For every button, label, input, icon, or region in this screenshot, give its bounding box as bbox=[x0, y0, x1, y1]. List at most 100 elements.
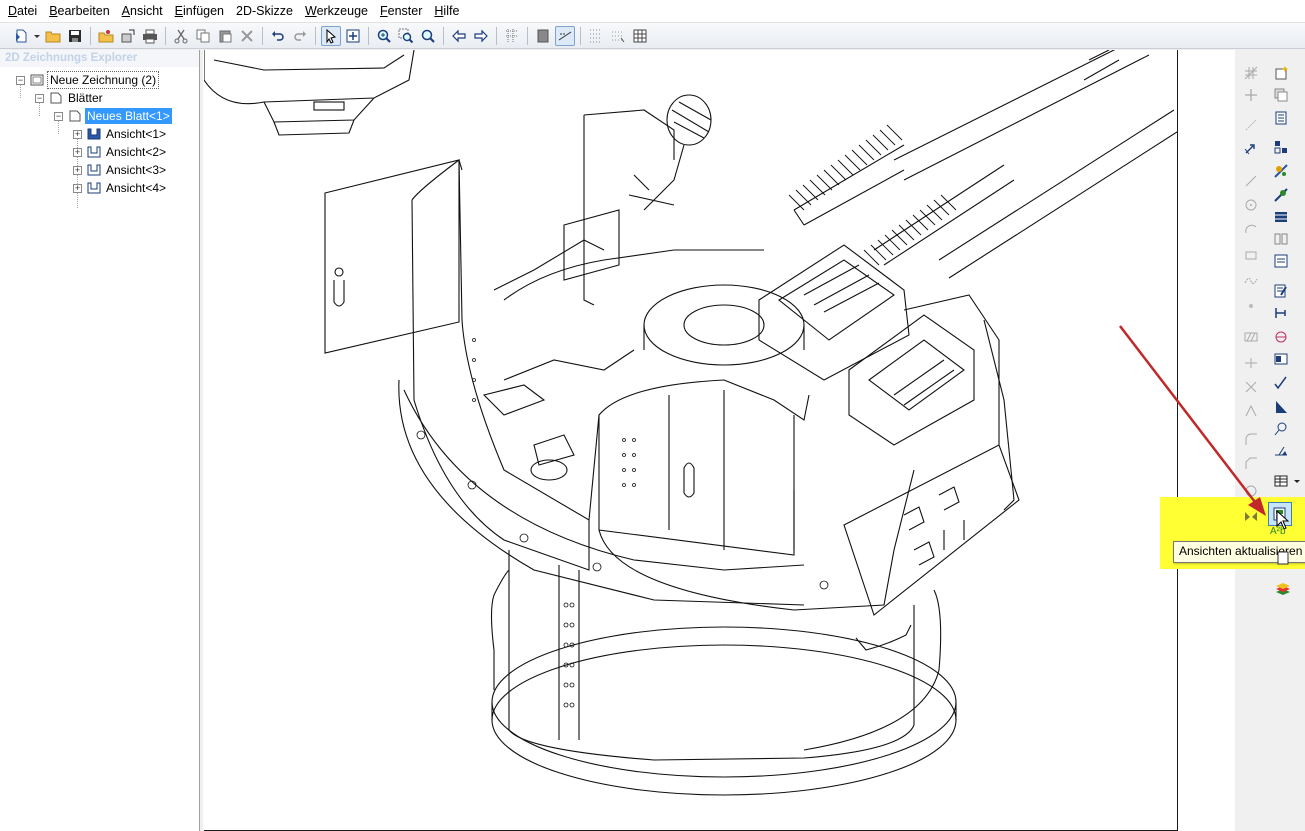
spline-icon[interactable] bbox=[1240, 270, 1262, 292]
toolbar-separator bbox=[580, 26, 581, 45]
delete-icon[interactable] bbox=[237, 26, 257, 46]
grid-snap-icon[interactable] bbox=[502, 26, 522, 46]
copy-icon[interactable] bbox=[193, 26, 213, 46]
datum-icon[interactable] bbox=[1270, 396, 1292, 418]
menu-einfuegen[interactable]: Einfügen bbox=[169, 0, 230, 22]
right-hinged-plate bbox=[843, 444, 1020, 616]
tree-item-view-4[interactable]: + Ansicht<4> bbox=[73, 179, 168, 197]
chamfer-icon[interactable] bbox=[1240, 452, 1262, 474]
section-view-icon[interactable] bbox=[1270, 206, 1292, 228]
new-sheet-icon[interactable] bbox=[1270, 62, 1292, 84]
menu-fenster[interactable]: Fenster bbox=[374, 0, 428, 22]
paste-icon[interactable] bbox=[215, 26, 235, 46]
menu-datei[interactable]: Datei bbox=[0, 0, 43, 22]
auxiliary-view-icon[interactable] bbox=[1270, 184, 1292, 206]
tree-item-sheets[interactable]: − Blätter bbox=[35, 89, 105, 107]
menu-ansicht[interactable]: Ansicht bbox=[116, 0, 169, 22]
table-icon[interactable] bbox=[1270, 348, 1292, 370]
weld-symbol-icon[interactable] bbox=[1270, 440, 1292, 462]
balloon-icon[interactable] bbox=[1270, 418, 1292, 440]
table-grid-icon[interactable] bbox=[630, 26, 650, 46]
tree-label-root: Neue Zeichnung (2) bbox=[47, 71, 160, 89]
broken-view-icon[interactable] bbox=[1270, 228, 1292, 250]
annotation-icon[interactable] bbox=[1270, 280, 1292, 302]
new-drawing-icon[interactable] bbox=[11, 26, 31, 46]
snap-points-icon[interactable] bbox=[608, 26, 628, 46]
surface-finish-icon[interactable] bbox=[1270, 372, 1292, 394]
arc-icon[interactable] bbox=[1240, 218, 1262, 240]
point-icon[interactable] bbox=[1240, 295, 1262, 317]
detail-view-icon[interactable] bbox=[1270, 250, 1292, 272]
layers-icon[interactable] bbox=[1272, 579, 1294, 601]
tree-item-view-3[interactable]: + Ansicht<3> bbox=[73, 161, 168, 179]
rectangle-icon[interactable] bbox=[1240, 244, 1262, 266]
expand-toggle-icon[interactable]: + bbox=[73, 165, 82, 175]
print-icon[interactable] bbox=[140, 26, 160, 46]
collapse-toggle-icon[interactable]: − bbox=[54, 111, 63, 121]
tree-item-sheet[interactable]: − Neues Blatt<1> bbox=[54, 107, 172, 125]
line-icon[interactable] bbox=[1240, 170, 1262, 192]
menu-bearbeiten[interactable]: Bearbeiten bbox=[43, 0, 115, 22]
open-folder-icon[interactable] bbox=[43, 26, 63, 46]
mirror-icon[interactable] bbox=[1240, 505, 1262, 527]
tree-label-view: Ansicht<1> bbox=[106, 127, 167, 141]
intersect-icon[interactable] bbox=[1240, 376, 1262, 398]
zoom-fit-icon[interactable] bbox=[418, 26, 438, 46]
circle-icon[interactable] bbox=[1240, 194, 1262, 216]
menu-werkzeuge[interactable]: Werkzeuge bbox=[299, 0, 374, 22]
angle-icon[interactable] bbox=[1240, 400, 1262, 422]
redo-icon[interactable] bbox=[290, 26, 310, 46]
undo-icon[interactable] bbox=[268, 26, 288, 46]
select-pointer-icon[interactable] bbox=[321, 25, 341, 46]
cut-icon[interactable] bbox=[171, 26, 191, 46]
fillet-icon[interactable] bbox=[1240, 428, 1262, 450]
view-icon bbox=[87, 146, 101, 158]
open-project-icon[interactable] bbox=[96, 26, 116, 46]
hatch-icon[interactable] bbox=[1240, 326, 1262, 348]
dimension-icon[interactable] bbox=[1270, 302, 1292, 324]
tree-label-view: Ansicht<3> bbox=[106, 163, 167, 177]
view-icon bbox=[87, 164, 101, 176]
expand-toggle-icon[interactable]: + bbox=[73, 183, 82, 193]
tree-item-root[interactable]: − Neue Zeichnung (2) bbox=[16, 71, 160, 89]
sheet-icon[interactable] bbox=[533, 26, 553, 46]
next-view-icon[interactable] bbox=[471, 26, 491, 46]
save-icon[interactable] bbox=[65, 26, 85, 46]
toolbar-separator bbox=[443, 26, 444, 45]
construction-line-icon[interactable] bbox=[1240, 114, 1262, 136]
centerline-icon[interactable] bbox=[1270, 326, 1292, 348]
pan-icon[interactable] bbox=[343, 26, 363, 46]
new-dropdown-icon[interactable] bbox=[33, 26, 41, 46]
expand-toggle-icon[interactable]: + bbox=[73, 147, 82, 157]
standard-views-icon[interactable] bbox=[1270, 136, 1292, 158]
collapse-toggle-icon[interactable]: − bbox=[16, 75, 25, 85]
menu-hilfe[interactable]: Hilfe bbox=[428, 0, 465, 22]
bom-table-icon[interactable] bbox=[1270, 470, 1292, 492]
transform-icon[interactable] bbox=[1240, 138, 1262, 160]
turret-technical-drawing bbox=[204, 50, 1177, 796]
drawing-canvas[interactable] bbox=[203, 50, 1235, 831]
recoil-springs bbox=[788, 124, 957, 266]
trim-icon[interactable] bbox=[1240, 352, 1262, 374]
drawing-sheet[interactable] bbox=[204, 50, 1178, 831]
dotted-grid-icon[interactable] bbox=[586, 26, 606, 46]
export-icon[interactable] bbox=[118, 26, 138, 46]
sheet-format-icon[interactable] bbox=[1272, 550, 1294, 566]
menu-2d-skizze[interactable]: 2D-Skizze bbox=[230, 0, 299, 22]
expand-toggle-icon[interactable]: + bbox=[73, 129, 82, 139]
zoom-window-icon[interactable] bbox=[396, 26, 416, 46]
line-style-icon[interactable] bbox=[555, 25, 575, 46]
main-toolbar bbox=[0, 23, 1305, 49]
plus-icon[interactable] bbox=[1240, 84, 1262, 106]
table-dropdown-icon[interactable] bbox=[1292, 470, 1302, 492]
projected-view-icon[interactable] bbox=[1270, 160, 1292, 182]
sheet-properties-icon[interactable] bbox=[1270, 107, 1292, 129]
grid-icon[interactable] bbox=[1240, 62, 1262, 84]
previous-view-icon[interactable] bbox=[449, 26, 469, 46]
zoom-in-icon[interactable] bbox=[374, 26, 394, 46]
partial-view-top-left bbox=[204, 50, 415, 136]
tree-item-view-2[interactable]: + Ansicht<2> bbox=[73, 143, 168, 161]
collapse-toggle-icon[interactable]: − bbox=[35, 93, 44, 103]
copy-sheet-icon[interactable] bbox=[1270, 84, 1292, 106]
tree-item-view-1[interactable]: + Ansicht<1> bbox=[73, 125, 168, 143]
